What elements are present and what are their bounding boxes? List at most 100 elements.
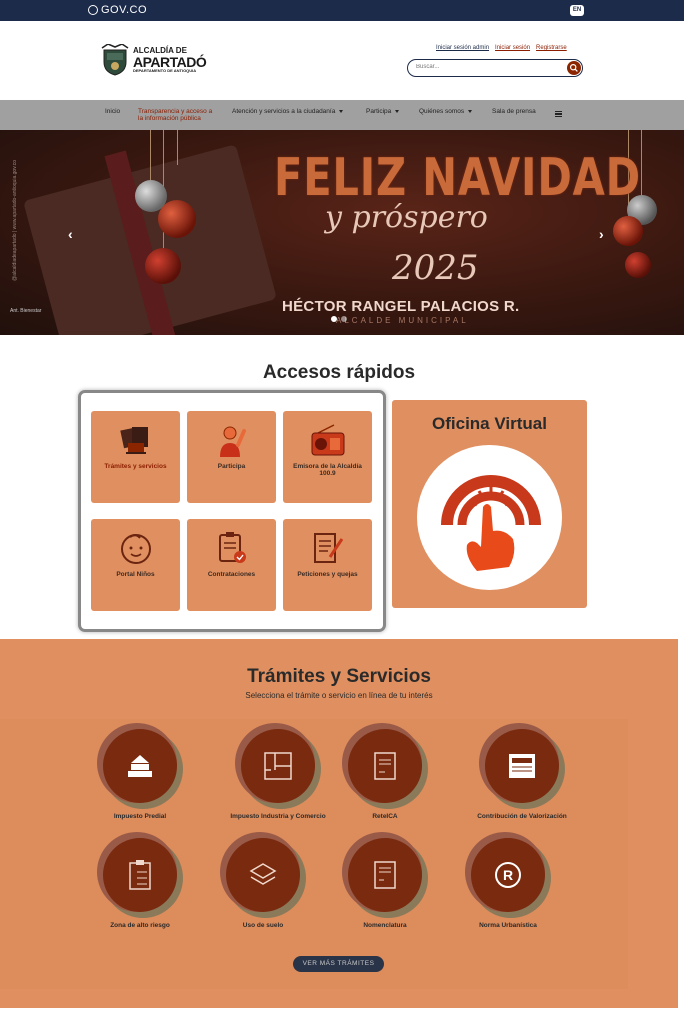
nav-label: Atención y servicios a la ciudadanía [232, 108, 336, 115]
gov-co-bar: GOV.CO EN [0, 0, 684, 21]
caret-down-icon [468, 110, 473, 113]
virtual-office-circle [417, 445, 562, 590]
quick-tile-emisora[interactable]: Emisora de la Alcaldía 100.9 [283, 411, 372, 503]
layers-icon [249, 863, 277, 885]
tile-label: Emisora de la Alcaldía 100.9 [293, 463, 362, 478]
quick-tile-tramites[interactable]: Trámites y servicios [91, 411, 180, 503]
hero-year: 2025 [392, 248, 479, 288]
tile-label: Participa [217, 463, 246, 470]
caret-down-icon [395, 110, 400, 113]
nav-label: Inicio [105, 108, 121, 115]
tramite-icon-circle [348, 729, 422, 803]
tramite-label: Zona de alto riesgo [110, 922, 170, 929]
nav-label: Sala de prensa [492, 108, 536, 115]
quick-access-title: Accesos rápidos [262, 362, 416, 383]
search-button[interactable] [567, 61, 581, 75]
tramite-norma-urbanistica[interactable]: R Norma Urbanística [458, 838, 558, 929]
gov-co-logo[interactable]: GOV.CO [88, 4, 147, 16]
ornament-red [625, 252, 651, 278]
tile-label: Contrataciones [207, 571, 256, 578]
nav-item-inicio[interactable]: Inicio [105, 108, 120, 115]
carousel-prev-arrow-icon[interactable]: ‹ [68, 226, 73, 242]
tramite-icon-circle [103, 729, 177, 803]
hero-side-text: @alcaldiadeapartado | www.apartado-antio… [12, 160, 18, 281]
quick-tile-portal-ninos[interactable]: Portal Niños [91, 519, 180, 611]
tramite-icon-circle: R [471, 838, 545, 912]
gov-co-logo-text: GOV.CO [101, 4, 147, 16]
nav-item-sala-de-prensa[interactable]: Sala de prensa [492, 108, 536, 115]
site-header: ALCALDÍA DE APARTADÓ DEPARTAMENTO DE ANT… [0, 21, 684, 100]
carousel-dot[interactable] [341, 316, 347, 322]
hero-corner-text: Ant. Bienestar [10, 308, 42, 314]
tramites-title: Trámites y Servicios [247, 666, 431, 687]
radio-icon [311, 424, 344, 456]
tramite-icon-circle [485, 729, 559, 803]
tramite-valorizacion[interactable]: Contribución de Valorización [472, 729, 572, 820]
register-link[interactable]: Registrarse [536, 45, 567, 51]
ornament-string [177, 130, 178, 165]
nav-label: Participa [366, 108, 392, 115]
nav-item-quienes-somos[interactable]: Quiénes somos [419, 108, 473, 115]
tramite-label: Nomenclatura [363, 922, 407, 929]
hero-carousel: @alcaldiadeapartado | www.apartado-antio… [0, 130, 684, 335]
nav-label: Quiénes somos [419, 108, 465, 115]
svg-text:R: R [503, 867, 513, 883]
logo-text: ALCALDÍA DE APARTADÓ DEPARTAMENTO DE ANT… [133, 47, 207, 73]
tramite-impuesto-predial[interactable]: Impuesto Predial [90, 729, 190, 820]
tramite-reteica[interactable]: ReteICA [335, 729, 435, 820]
ornament-red [145, 248, 181, 284]
registered-icon: R [495, 862, 521, 888]
carousel-dot[interactable] [331, 316, 337, 322]
tramite-label: Contribución de Valorización [477, 813, 567, 820]
search-icon [569, 63, 578, 72]
child-face-icon [120, 534, 151, 564]
clipboard-check-icon [218, 532, 246, 563]
ornament-red [613, 216, 643, 246]
tramite-icon-circle [348, 838, 422, 912]
search-box [407, 59, 583, 77]
tramite-label: Impuesto Predial [113, 813, 167, 820]
tramites-subtitle: Selecciona el trámite o servicio en líne… [245, 691, 433, 700]
receipt-icon [374, 752, 396, 780]
tramite-industria-comercio[interactable]: Impuesto Industria y Comercio [228, 729, 328, 820]
search-input[interactable] [416, 64, 556, 70]
quick-tile-peticiones[interactable]: Peticiones y quejas [283, 519, 372, 611]
tile-label: Portal Niños [116, 571, 155, 578]
logo-line-2: APARTADÓ [133, 54, 207, 70]
auth-links: Iniciar sesión admin Iniciar sesión Regi… [436, 45, 567, 51]
house-cash-icon [128, 755, 152, 777]
checklist-icon [129, 860, 151, 890]
nav-item-transparencia[interactable]: Transparencia y acceso a la información … [138, 108, 218, 122]
invoice-icon [374, 861, 396, 889]
see-more-tramites-button[interactable]: VER MÁS TRÁMITES [293, 956, 384, 972]
login-link[interactable]: Iniciar sesión [495, 45, 530, 51]
tramite-zona-alto-riesgo[interactable]: Zona de alto riesgo [90, 838, 190, 929]
alcaldia-logo[interactable]: ALCALDÍA DE APARTADÓ DEPARTAMENTO DE ANT… [100, 43, 210, 77]
carousel-dots [331, 316, 347, 322]
nav-item-participa[interactable]: Participa [366, 108, 400, 115]
logo-line-3: DEPARTAMENTO DE ANTIOQUIA [133, 68, 197, 73]
nav-item-atencion[interactable]: Atención y servicios a la ciudadanía [232, 108, 344, 115]
main-nav: Inicio Transparencia y acceso a la infor… [0, 100, 684, 130]
quick-tile-contrataciones[interactable]: Contrataciones [187, 519, 276, 611]
ornament-red [158, 200, 196, 238]
tile-label: Trámites y servicios [104, 463, 167, 470]
document-pen-icon [313, 533, 343, 563]
virtual-office-card[interactable]: Oficina Virtual [392, 400, 587, 608]
tramite-uso-de-suelo[interactable]: Uso de suelo [213, 838, 313, 929]
tramite-icon-circle [103, 838, 177, 912]
tramite-icon-circle [226, 838, 300, 912]
hero-title: FELIZ NAVIDAD [274, 148, 641, 208]
caret-down-icon [339, 110, 344, 113]
language-button[interactable]: EN [570, 5, 584, 16]
documents-icon [119, 427, 148, 454]
quick-tile-participa[interactable]: Participa [187, 411, 276, 503]
hamburger-menu-icon[interactable] [555, 111, 562, 117]
tile-label: Peticiones y quejas [297, 571, 358, 578]
gov-co-icon [88, 5, 98, 15]
admin-login-link[interactable]: Iniciar sesión admin [436, 45, 489, 51]
person-raising-hand-icon [219, 426, 246, 457]
tramite-label: ReteICA [372, 813, 398, 820]
carousel-next-arrow-icon[interactable]: › [599, 226, 604, 242]
tramite-nomenclatura[interactable]: Nomenclatura [335, 838, 435, 929]
